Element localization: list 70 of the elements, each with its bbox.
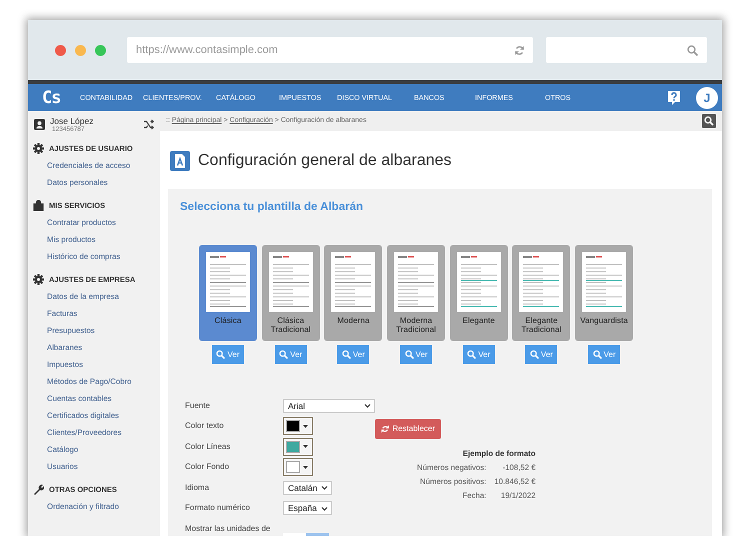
field-label: Mostrar las unidades de	[185, 522, 272, 534]
chevron-icon	[320, 506, 328, 511]
document-preview-drawing	[582, 252, 626, 312]
chevron-icon	[364, 403, 371, 408]
search-icon	[342, 350, 351, 358]
field-label: Color Fondo	[185, 461, 230, 473]
user-avatar[interactable]: J	[696, 86, 718, 108]
search-icon	[687, 44, 698, 56]
reload-icon[interactable]	[514, 44, 525, 56]
template-card[interactable]: Clásica Tradicional	[262, 244, 320, 340]
color-picker[interactable]	[283, 438, 313, 456]
gear-icon	[33, 143, 44, 154]
panel-title: Selecciona tu plantilla de Albarán	[180, 200, 364, 212]
template-label: Elegante	[462, 316, 495, 324]
field-label: Color texto	[185, 420, 225, 432]
field-label: Formato numérico	[185, 502, 251, 514]
search-icon	[530, 350, 539, 358]
search-button[interactable]	[702, 114, 716, 128]
maximize-window-button[interactable]	[95, 44, 106, 56]
search-field[interactable]	[546, 37, 707, 63]
url-text: https://www.contasimple.com	[136, 44, 278, 56]
user-name: Jose López	[50, 116, 94, 126]
field-label: Color Líneas	[185, 440, 232, 452]
chevron-icon	[321, 485, 328, 490]
close-window-button[interactable]	[55, 44, 66, 56]
document-preview-drawing	[331, 252, 376, 312]
search-icon	[704, 116, 714, 126]
document-preview-drawing	[206, 252, 250, 312]
logo[interactable]: Cs	[42, 88, 80, 108]
template-card[interactable]: Moderna	[324, 244, 382, 340]
template-card[interactable]: Elegante	[450, 244, 508, 340]
caret-icon	[303, 424, 308, 428]
template-label: Moderna Tradicional	[395, 316, 438, 334]
wrench-icon	[33, 484, 44, 495]
document-preview-drawing	[268, 252, 313, 312]
shopping-bag-icon	[33, 200, 44, 211]
dropdown[interactable]: Catalán	[283, 480, 332, 495]
shuffle-icon[interactable]	[143, 119, 154, 130]
template-label: Vanguardista	[580, 316, 628, 324]
dropdown[interactable]: Arial	[283, 398, 375, 413]
color-picker[interactable]	[283, 417, 313, 436]
search-icon	[216, 350, 226, 358]
document-preview-drawing	[394, 252, 438, 312]
document-icon	[170, 150, 190, 171]
template-card[interactable]: Vanguardista	[575, 244, 634, 340]
document-preview-drawing	[456, 252, 501, 312]
search-icon	[592, 350, 602, 358]
caret-icon	[303, 466, 308, 469]
template-card[interactable]: Moderna Tradicional	[387, 244, 446, 340]
contact-card-icon	[34, 119, 45, 130]
reset-button[interactable]: Restablecer	[375, 418, 441, 438]
field-label: Fuente	[185, 400, 211, 412]
field-label: Idioma	[185, 482, 210, 494]
template-label: Clásica	[214, 316, 242, 324]
page-title: Configuración general de albaranes	[198, 152, 452, 170]
caret-icon	[303, 445, 308, 448]
document-preview-drawing	[519, 252, 564, 312]
template-label: Clásica Tradicional	[270, 316, 312, 334]
refresh-icon	[381, 424, 390, 434]
search-icon	[404, 350, 414, 358]
template-card[interactable]: Elegante Tradicional	[512, 244, 570, 340]
template-label: Moderna	[337, 316, 370, 324]
search-icon	[467, 350, 476, 358]
search-icon	[279, 350, 288, 358]
help-icon[interactable]	[667, 90, 681, 105]
gear-icon	[33, 274, 44, 285]
template-card[interactable]: Clásica	[199, 244, 257, 340]
template-label: Elegante Tradicional	[520, 316, 562, 334]
color-picker[interactable]	[283, 458, 313, 476]
dropdown[interactable]: España	[283, 501, 332, 516]
